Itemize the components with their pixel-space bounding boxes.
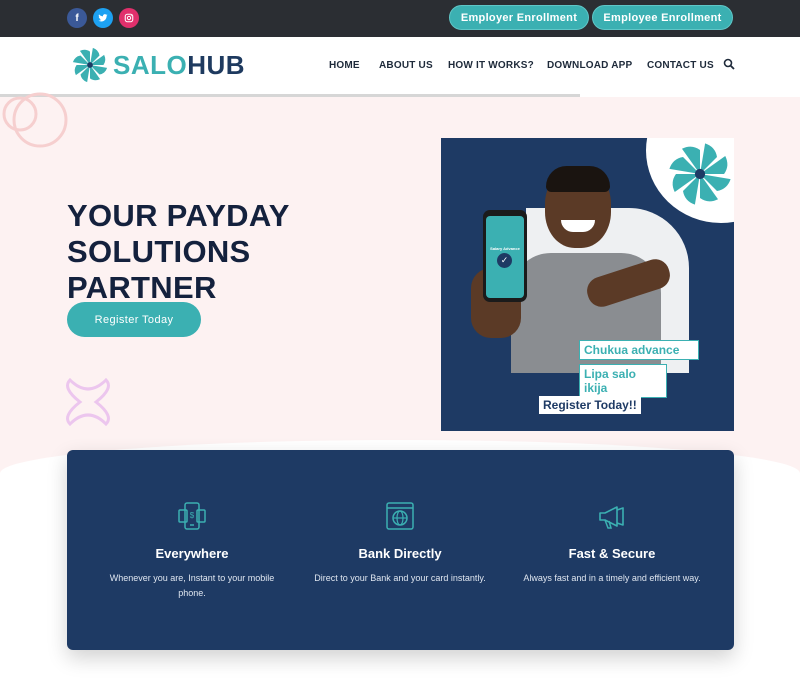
feature-description: Always fast and in a timely and efficien… [523, 573, 701, 583]
brand-part-hub: HUB [187, 50, 246, 80]
brand-part-salo: SALO [113, 50, 188, 80]
feature-title: Fast & Secure [568, 546, 656, 561]
search-icon[interactable] [723, 58, 735, 70]
hero-title-line-3: PARTNER [67, 270, 217, 305]
instagram-icon[interactable] [119, 8, 139, 28]
person-hair [546, 166, 610, 192]
bank-globe-icon [386, 502, 414, 530]
decorative-cross-icon [66, 377, 110, 427]
salohub-logo-icon[interactable] [71, 46, 109, 84]
mobile-payment-icon: $ [178, 502, 206, 530]
promo-register-text: Register Today!! [539, 396, 641, 414]
twitter-icon[interactable] [93, 8, 113, 28]
top-bar: f Employer Enrollment Employee Enrollmen… [0, 0, 800, 37]
nav-contact-us[interactable]: CONTACT US [647, 60, 714, 71]
promo-label-lipa: Lipa salo ikija [579, 364, 667, 398]
salohub-pinwheel-icon [669, 143, 731, 205]
feature-description: Direct to your Bank and your card instan… [314, 573, 486, 583]
hero-title-line-1: YOUR PAYDAY [67, 198, 290, 233]
nav-how-it-works[interactable]: HOW IT WORKS? [448, 60, 534, 71]
svg-text:$: $ [190, 511, 195, 520]
employer-enrollment-button[interactable]: Employer Enrollment [449, 5, 589, 30]
brand-logo-text[interactable]: SALOHUB [113, 50, 245, 81]
hero-title-line-2: SOLUTIONS [67, 234, 251, 269]
feature-bank-directly: Bank Directly Direct to your Bank and yo… [290, 500, 510, 586]
phone-screen-text: Salary Advance [490, 246, 520, 251]
feature-fast-secure: Fast & Secure Always fast and in a timel… [502, 500, 722, 586]
megaphone-icon [599, 506, 624, 529]
feature-everywhere: $ Everywhere Whenever you are, Instant t… [82, 500, 302, 601]
decorative-circles-icon [2, 92, 68, 148]
facebook-icon[interactable]: f [67, 8, 87, 28]
employee-enrollment-button[interactable]: Employee Enrollment [592, 5, 733, 30]
feature-title: Bank Directly [358, 546, 442, 561]
check-icon: ✓ [497, 253, 512, 268]
nav-download-app[interactable]: DOWNLOAD APP [547, 60, 632, 71]
hero-title: YOUR PAYDAY SOLUTIONS PARTNER [67, 198, 397, 306]
nav-home[interactable]: HOME [329, 60, 360, 71]
features-card: $ Everywhere Whenever you are, Instant t… [67, 450, 734, 650]
nav-about-us[interactable]: ABOUT US [379, 60, 433, 71]
feature-description: Whenever you are, Instant to your mobile… [109, 573, 275, 598]
register-today-button[interactable]: Register Today [67, 302, 201, 337]
promo-banner[interactable]: Salary Advance ✓ Chukua advance Lipa sal… [441, 138, 734, 431]
feature-title: Everywhere [155, 546, 229, 561]
promo-label-chukua: Chukua advance [579, 340, 699, 360]
